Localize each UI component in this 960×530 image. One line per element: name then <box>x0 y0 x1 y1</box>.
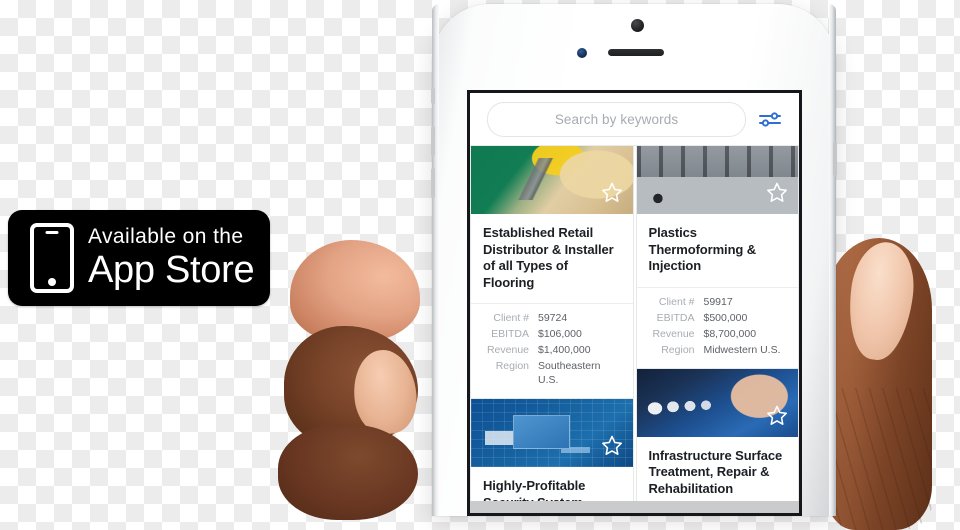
iphone-device: Search by keywords Established Retail Di… <box>431 4 837 516</box>
listing-stats: Client # 59724 EBITDA $106,000 Revenue $… <box>471 303 633 398</box>
listing-title: Established Retail Distributor & Install… <box>483 225 614 290</box>
index-finger <box>290 240 420 342</box>
power-button[interactable] <box>833 142 837 176</box>
badge-line-big: App Store <box>88 249 255 291</box>
stat-value-client: 59917 <box>703 295 733 308</box>
app-store-badge[interactable]: Available on the App Store <box>8 210 270 306</box>
listing-card-plastics[interactable]: Plastics Thermoforming & Injection Clien… <box>635 146 799 369</box>
phone-right-edge <box>829 4 836 516</box>
screen-bottom-strip <box>470 501 799 513</box>
sliders-filter-icon[interactable] <box>753 104 787 134</box>
stat-label-region: Region <box>661 343 695 356</box>
stat-label-region: Region <box>495 360 529 372</box>
thumb <box>824 238 932 530</box>
stat-label-client: Client # <box>493 312 529 324</box>
listing-card-infrastructure[interactable]: Infrastructure Surface Treatment, Repair… <box>635 368 799 513</box>
earpiece-speaker <box>608 49 664 56</box>
search-placeholder: Search by keywords <box>554 111 679 127</box>
favorite-star-icon[interactable] <box>601 435 623 461</box>
stat-label-revenue: Revenue <box>652 327 695 340</box>
proximity-sensor-icon <box>577 48 587 58</box>
front-camera-icon <box>631 19 644 32</box>
stat-region: Region Midwestern U.S. <box>649 343 787 357</box>
favorite-star-icon[interactable] <box>601 182 623 208</box>
middle-finger <box>284 326 418 446</box>
volume-down-button[interactable] <box>431 168 435 198</box>
listing-image-security <box>471 399 633 467</box>
listing-column-left: Established Retail Distributor & Install… <box>470 146 635 513</box>
listing-column-right: Plastics Thermoforming & Injection Clien… <box>635 146 799 513</box>
stat-value-revenue: $8,700,000 <box>703 327 757 340</box>
silent-switch[interactable] <box>431 88 435 104</box>
stat-label-client: Client # <box>658 295 695 308</box>
favorite-star-icon[interactable] <box>766 182 788 208</box>
stat-value-region: Southeastern U.S. <box>538 360 601 386</box>
listing-card-flooring[interactable]: Established Retail Distributor & Install… <box>470 146 634 399</box>
stat-revenue: Revenue $8,700,000 <box>649 327 787 341</box>
listing-stats: Client # 59917 EBITDA $500,000 Revenue $… <box>636 286 798 368</box>
listing-title: Infrastructure Surface Treatment, Repair… <box>648 447 783 496</box>
stat-client: Client # 59724 <box>483 311 621 325</box>
stat-value-ebitda: $106,000 <box>538 328 582 340</box>
favorite-star-icon[interactable] <box>766 405 788 431</box>
search-input[interactable]: Search by keywords <box>487 101 746 137</box>
phone-screen: Search by keywords Established Retail Di… <box>467 90 802 516</box>
stat-label-ebitda: EBITDA <box>491 328 529 340</box>
listing-grid: Established Retail Distributor & Install… <box>470 146 799 513</box>
listing-card-security[interactable]: Highly-Profitable Security System Soluti… <box>470 399 634 513</box>
stat-label-revenue: Revenue <box>486 344 529 356</box>
thumb-nail <box>843 238 919 364</box>
app-store-badge-text: Available on the App Store <box>88 225 255 291</box>
ring-finger <box>278 424 418 520</box>
search-bar: Search by keywords <box>470 93 799 146</box>
badge-line-small: Available on the <box>88 225 244 248</box>
volume-up-button[interactable] <box>431 126 435 156</box>
phone-left-edge <box>432 4 439 516</box>
stat-ebitda: EBITDA $106,000 <box>483 327 621 341</box>
iphone-glyph-icon <box>30 223 74 293</box>
listing-image-infrastructure <box>636 368 798 437</box>
stat-revenue: Revenue $1,400,000 <box>483 343 621 357</box>
stat-ebitda: EBITDA $500,000 <box>649 311 787 325</box>
thumb-creases <box>828 388 932 530</box>
stat-client: Client # 59917 <box>649 295 787 309</box>
listing-title: Plastics Thermoforming & Injection <box>648 225 757 273</box>
right-hand-thumb <box>824 238 960 530</box>
listing-image-plastics <box>636 146 798 214</box>
listing-image-flooring <box>471 146 633 214</box>
stat-value-client: 59724 <box>538 312 568 324</box>
stat-value-ebitda: $500,000 <box>703 311 748 324</box>
stat-region: Region Southeastern U.S. <box>483 359 621 387</box>
middle-finger-nail <box>349 346 421 438</box>
stat-value-region: Midwestern U.S. <box>703 343 781 356</box>
stat-value-revenue: $1,400,000 <box>538 344 591 356</box>
stat-label-ebitda: EBITDA <box>656 311 695 324</box>
